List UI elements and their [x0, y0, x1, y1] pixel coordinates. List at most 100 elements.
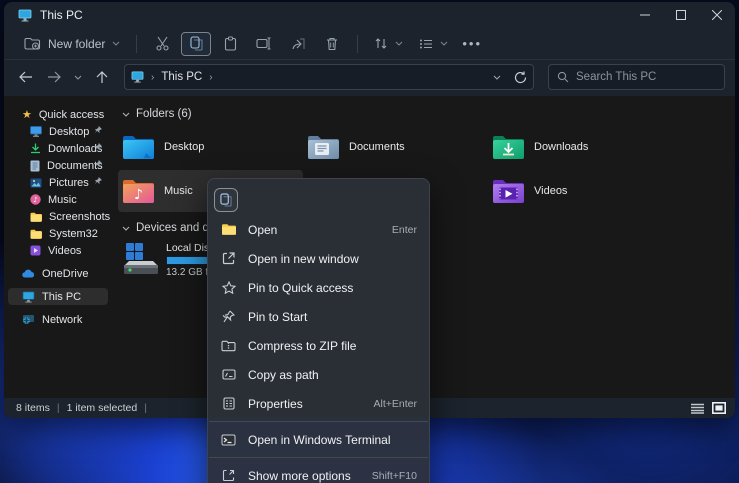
- this-pc-icon: [22, 291, 35, 303]
- sidebar-item-pictures[interactable]: Pictures: [8, 174, 108, 191]
- folder-tile-downloads[interactable]: Downloads: [488, 126, 673, 168]
- menu-item-properties[interactable]: Properties Alt+Enter: [208, 389, 429, 418]
- folders-section-header[interactable]: Folders (6): [118, 106, 735, 122]
- menu-item-show-more-options[interactable]: Show more options Shift+F10: [208, 461, 429, 483]
- sidebar-item-onedrive[interactable]: OneDrive: [8, 265, 108, 282]
- toolbar-divider: [357, 35, 358, 53]
- sidebar-item-this-pc[interactable]: This PC: [8, 288, 108, 305]
- menu-item-compress-zip[interactable]: Compress to ZIP file: [208, 331, 429, 360]
- new-folder-icon: [24, 37, 41, 51]
- menu-item-open-new-window[interactable]: Open in new window: [208, 244, 429, 273]
- pin-outline-icon: [220, 310, 237, 323]
- sidebar-item-network[interactable]: Network: [8, 311, 108, 328]
- local-disk-icon: [122, 242, 160, 276]
- minimize-button[interactable]: [627, 2, 663, 28]
- new-folder-button[interactable]: New folder: [16, 33, 128, 55]
- desktop-folder-icon: [122, 134, 155, 161]
- sort-button[interactable]: [366, 33, 411, 54]
- svg-text:♪: ♪: [33, 196, 37, 204]
- breadcrumb-chevron-icon: ›: [149, 72, 156, 83]
- zip-folder-icon: [220, 340, 237, 352]
- large-icons-view-button[interactable]: [711, 401, 727, 415]
- terminal-icon: [220, 434, 237, 446]
- refresh-button[interactable]: [514, 71, 527, 84]
- show-more-icon: [220, 469, 237, 482]
- this-pc-icon: [18, 9, 32, 22]
- open-folder-icon: [220, 223, 237, 236]
- more-options-button[interactable]: •••: [462, 36, 482, 51]
- command-toolbar: New folder •••: [4, 28, 735, 60]
- sidebar-item-music[interactable]: ♪ Music: [8, 191, 108, 208]
- copy-button[interactable]: [181, 32, 211, 56]
- close-button[interactable]: [699, 2, 735, 28]
- sidebar-item-videos[interactable]: Videos: [8, 242, 108, 259]
- folder-icon: [30, 212, 42, 222]
- menu-item-open[interactable]: Open Enter: [208, 215, 429, 244]
- sidebar-item-desktop[interactable]: Desktop: [8, 123, 108, 140]
- forward-button[interactable]: [42, 65, 66, 89]
- sort-icon: [374, 37, 388, 50]
- copy-icon: [220, 193, 232, 207]
- sidebar-item-documents[interactable]: Documents: [8, 157, 108, 174]
- view-icon: [419, 38, 433, 50]
- star-icon: ★: [22, 108, 32, 121]
- address-dropdown-icon[interactable]: [493, 75, 501, 80]
- videos-icon: [30, 245, 41, 256]
- menu-item-pin-to-start[interactable]: Pin to Start: [208, 302, 429, 331]
- chevron-down-icon: [440, 41, 448, 46]
- folder-icon: [30, 229, 42, 239]
- copy-quick-action[interactable]: [214, 188, 238, 212]
- breadcrumb-this-pc[interactable]: This PC: [161, 71, 202, 83]
- downloads-folder-icon: [492, 134, 525, 161]
- recent-locations-button[interactable]: [70, 65, 86, 89]
- view-button[interactable]: [411, 34, 456, 54]
- menu-separator: [209, 421, 428, 422]
- sidebar-item-quick-access[interactable]: ★ Quick access: [8, 106, 108, 123]
- up-button[interactable]: [90, 65, 114, 89]
- delete-button[interactable]: [317, 32, 347, 56]
- title-bar: This PC: [4, 2, 735, 28]
- maximize-button[interactable]: [663, 2, 699, 28]
- toolbar-divider: [136, 35, 137, 53]
- pin-icon: [94, 143, 102, 151]
- search-placeholder: Search This PC: [576, 71, 656, 83]
- collapse-chevron-icon: [122, 226, 130, 231]
- menu-item-copy-as-path[interactable]: Copy as path: [208, 360, 429, 389]
- onedrive-cloud-icon: [22, 269, 35, 278]
- context-menu: Open Enter Open in new window Pin to Qui…: [207, 178, 430, 483]
- window-title: This PC: [40, 8, 83, 22]
- documents-folder-icon: [307, 134, 340, 161]
- music-folder-icon: ♪: [122, 178, 155, 205]
- pin-icon: [94, 160, 102, 168]
- svg-text:♪: ♪: [134, 187, 143, 203]
- sidebar-item-screenshots[interactable]: Screenshots: [8, 208, 108, 225]
- menu-item-pin-quick-access[interactable]: Pin to Quick access: [208, 273, 429, 302]
- share-button[interactable]: [283, 32, 313, 56]
- back-button[interactable]: [14, 65, 38, 89]
- properties-icon: [220, 397, 237, 410]
- desktop-icon: [30, 126, 42, 137]
- open-new-window-icon: [220, 252, 237, 265]
- this-pc-icon: [131, 71, 144, 83]
- menu-item-open-windows-terminal[interactable]: Open in Windows Terminal: [208, 425, 429, 454]
- details-view-button[interactable]: [689, 401, 705, 415]
- folder-tile-desktop[interactable]: Desktop: [118, 126, 303, 168]
- sidebar-item-downloads[interactable]: Downloads: [8, 140, 108, 157]
- shortcut: Enter: [392, 224, 417, 236]
- search-input[interactable]: Search This PC: [548, 64, 725, 90]
- sidebar-item-system32[interactable]: System32: [8, 225, 108, 242]
- collapse-chevron-icon: [122, 112, 130, 117]
- cut-button[interactable]: [147, 32, 177, 56]
- copy-path-icon: [220, 369, 237, 380]
- items-count: 8 items: [16, 402, 50, 414]
- paste-button[interactable]: [215, 32, 245, 56]
- rename-button[interactable]: [249, 32, 279, 56]
- downloads-icon: [30, 143, 41, 154]
- breadcrumb-chevron-icon: ›: [207, 72, 214, 83]
- pin-icon: [94, 177, 102, 185]
- folder-tile-documents[interactable]: Documents: [303, 126, 488, 168]
- chevron-down-icon: [395, 41, 403, 46]
- folder-tile-videos[interactable]: Videos: [488, 170, 673, 212]
- address-bar[interactable]: › This PC ›: [124, 64, 534, 90]
- pictures-icon: [30, 178, 42, 188]
